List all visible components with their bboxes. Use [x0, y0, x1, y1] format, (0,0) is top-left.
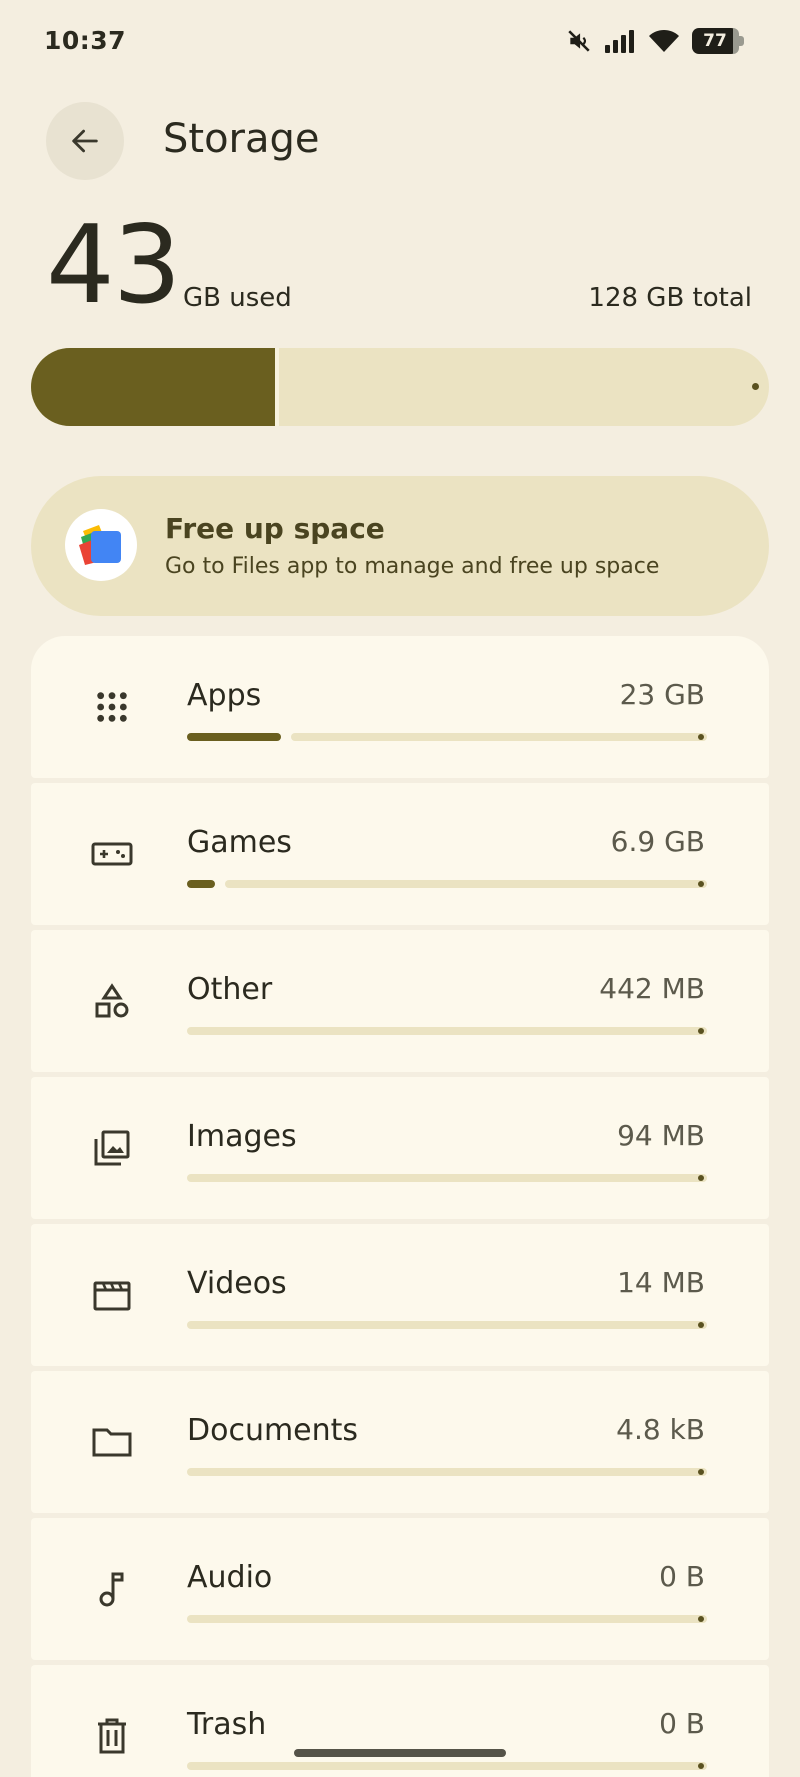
folder-icon — [91, 1421, 133, 1463]
storage-category-list: Apps 23 GB Games 6.9 GB Other 442 MB Ima… — [31, 636, 769, 1777]
category-name: Audio — [187, 1560, 273, 1595]
category-images[interactable]: Images 94 MB — [31, 1077, 769, 1219]
category-name: Apps — [187, 678, 262, 713]
category-size: 4.8 kB — [616, 1413, 705, 1446]
category-name: Images — [187, 1119, 297, 1154]
battery-level: 77 — [703, 31, 727, 51]
wifi-icon — [648, 28, 680, 54]
page-title: Storage — [163, 116, 320, 162]
category-videos[interactable]: Videos 14 MB — [31, 1224, 769, 1366]
category-size: 442 MB — [599, 972, 705, 1005]
used-storage-unit: GB used — [183, 283, 292, 313]
trash-icon — [91, 1715, 133, 1757]
category-usage-bar — [187, 733, 707, 741]
back-button[interactable] — [46, 102, 124, 180]
category-size: 0 B — [659, 1707, 705, 1740]
arrow-back-icon — [72, 129, 98, 153]
storage-bar-end-dot — [752, 383, 759, 390]
storage-screen: 10:37 77 Storage 43 GB used 128 GB total — [0, 0, 800, 1777]
free-up-space-title: Free up space — [165, 512, 385, 545]
signal-icon — [604, 29, 636, 53]
category-size: 6.9 GB — [610, 825, 705, 858]
category-usage-bar — [187, 1762, 707, 1770]
category-name: Trash — [187, 1707, 267, 1742]
category-size: 23 GB — [619, 678, 705, 711]
music-note-icon — [91, 1568, 133, 1610]
free-up-space-subtitle: Go to Files app to manage and free up sp… — [165, 554, 660, 579]
category-size: 0 B — [659, 1560, 705, 1593]
category-name: Documents — [187, 1413, 359, 1448]
category-usage-bar — [187, 1027, 707, 1035]
used-storage-value: 43 — [46, 203, 181, 328]
free-up-space-card[interactable]: Free up space Go to Files app to manage … — [31, 476, 769, 616]
category-size: 14 MB — [617, 1266, 705, 1299]
category-other[interactable]: Other 442 MB — [31, 930, 769, 1072]
battery-icon: 77 — [692, 28, 744, 54]
category-trash[interactable]: Trash 0 B — [31, 1665, 769, 1777]
category-size: 94 MB — [617, 1119, 705, 1152]
category-usage-bar — [187, 1468, 707, 1476]
clapperboard-icon — [91, 1274, 133, 1316]
apps-grid-icon — [91, 686, 133, 728]
category-name: Games — [187, 825, 292, 860]
total-storage-label: 128 GB total — [588, 283, 752, 313]
gesture-nav-handle[interactable] — [294, 1749, 506, 1757]
category-name: Videos — [187, 1266, 287, 1301]
status-clock: 10:37 — [44, 26, 127, 55]
category-usage-bar — [187, 1615, 707, 1623]
status-bar: 10:37 77 — [44, 26, 744, 60]
gamepad-icon — [91, 833, 133, 875]
images-icon — [91, 1127, 133, 1169]
storage-usage-bar — [31, 348, 769, 426]
category-usage-bar — [187, 880, 707, 888]
category-games[interactable]: Games 6.9 GB — [31, 783, 769, 925]
category-name: Other — [187, 972, 273, 1007]
category-usage-bar — [187, 1174, 707, 1182]
status-icons: 77 — [566, 28, 744, 54]
category-apps[interactable]: Apps 23 GB — [31, 636, 769, 778]
shapes-icon — [91, 980, 133, 1022]
files-app-icon — [65, 509, 137, 581]
category-usage-bar — [187, 1321, 707, 1329]
storage-usage-fill — [31, 348, 279, 426]
mute-icon — [566, 28, 592, 54]
category-documents[interactable]: Documents 4.8 kB — [31, 1371, 769, 1513]
category-audio[interactable]: Audio 0 B — [31, 1518, 769, 1660]
